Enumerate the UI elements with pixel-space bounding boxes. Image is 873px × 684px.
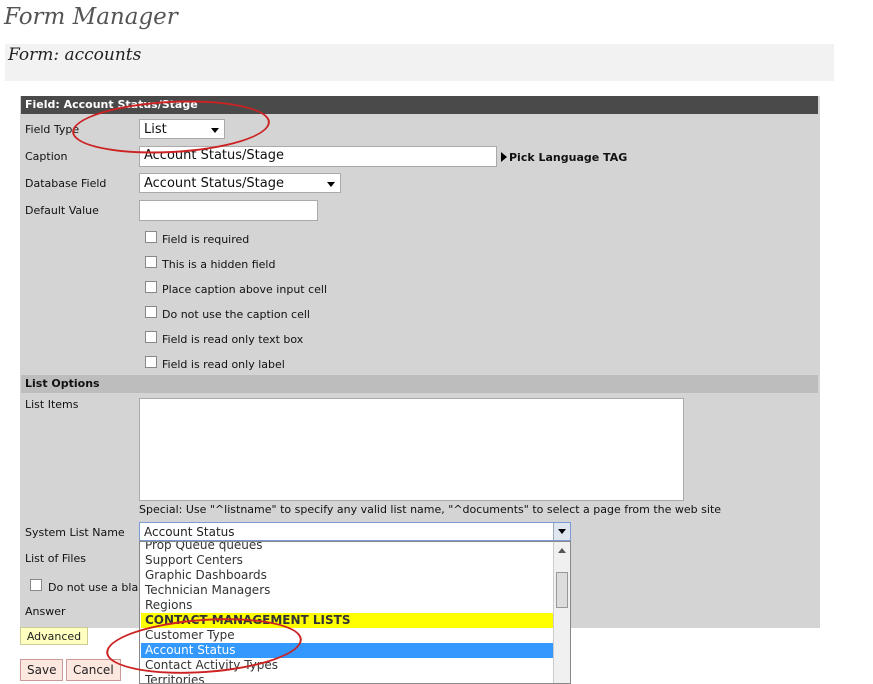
field-type-value: List <box>144 122 167 137</box>
database-field-value: Account Status/Stage <box>144 176 284 191</box>
checkbox-hidden-field[interactable] <box>145 256 157 268</box>
system-list-select[interactable]: Account Status <box>139 522 571 541</box>
save-button[interactable]: Save <box>20 659 64 681</box>
special-note: Special: Use "^listname" to specify any … <box>139 503 722 516</box>
dropdown-option[interactable]: Technician Managers <box>141 583 554 598</box>
dropdown-scrollbar[interactable] <box>553 542 570 683</box>
scroll-thumb[interactable] <box>556 572 568 608</box>
dropdown-button[interactable] <box>553 523 570 540</box>
default-value-label: Default Value <box>25 204 99 217</box>
no-blank-label: Do not use a blank <box>48 581 138 594</box>
checkbox-label: Place caption above input cell <box>162 283 328 296</box>
advanced-button[interactable]: Advanced <box>20 627 88 645</box>
form-title: Form: accounts <box>8 45 142 65</box>
checkbox-readonly-label[interactable] <box>145 356 157 368</box>
dropdown-option[interactable]: Contact Activity Types <box>141 658 554 673</box>
checkbox-label: Field is required <box>162 233 250 246</box>
dropdown-option-selected[interactable]: Account Status <box>141 643 554 658</box>
chevron-down-icon <box>327 182 335 187</box>
triangle-right-icon <box>501 152 507 162</box>
system-list-value: Account Status <box>144 525 235 539</box>
dropdown-option[interactable]: Customer Type <box>141 628 554 643</box>
field-section-header: Field: Account Status/Stage <box>21 96 818 114</box>
checkbox-label: Do not use the caption cell <box>162 308 310 321</box>
page-title: Form Manager <box>4 4 178 30</box>
checkbox-readonly-textbox[interactable] <box>145 331 157 343</box>
system-list-label: System List Name <box>25 526 125 539</box>
pick-language-link[interactable]: Pick Language TAG <box>509 151 627 164</box>
database-field-select[interactable]: Account Status/Stage <box>139 173 341 193</box>
field-type-select[interactable]: List <box>139 119 225 139</box>
chevron-down-icon <box>558 529 566 534</box>
field-type-label: Field Type <box>25 123 80 136</box>
list-items-textarea[interactable] <box>139 398 684 501</box>
checkbox-field-required[interactable] <box>145 231 157 243</box>
answer-label: Answer <box>25 605 66 618</box>
default-value-input[interactable] <box>139 200 318 221</box>
list-of-files-label: List of Files <box>25 552 86 565</box>
checkbox-label: This is a hidden field <box>162 258 276 271</box>
list-options-header: List Options <box>21 375 818 393</box>
caption-input[interactable]: Account Status/Stage <box>139 146 497 167</box>
chevron-down-icon <box>211 128 219 133</box>
checkbox-label: Field is read only label <box>162 358 285 371</box>
checkbox-no-blank[interactable] <box>30 579 42 591</box>
checkbox-label: Field is read only text box <box>162 333 304 346</box>
dropdown-option[interactable]: Support Centers <box>141 553 554 568</box>
database-field-label: Database Field <box>25 177 107 190</box>
list-items-label: List Items <box>25 398 79 411</box>
dropdown-option[interactable]: Prop Queue queues <box>141 542 554 553</box>
dropdown-option[interactable]: Territories <box>141 673 554 683</box>
dropdown-option[interactable]: Graphic Dashboards <box>141 568 554 583</box>
checkbox-no-caption-cell[interactable] <box>145 306 157 318</box>
cancel-button[interactable]: Cancel <box>66 659 121 681</box>
caption-label: Caption <box>25 150 68 163</box>
dropdown-option-highlighted[interactable]: CONTACT MANAGEMENT LISTS <box>141 613 554 628</box>
system-list-dropdown[interactable]: Prop Queue queues Support Centers Graphi… <box>139 541 571 684</box>
dropdown-option[interactable]: Regions <box>141 598 554 613</box>
checkbox-caption-above[interactable] <box>145 281 157 293</box>
scroll-up-icon[interactable] <box>558 548 566 553</box>
